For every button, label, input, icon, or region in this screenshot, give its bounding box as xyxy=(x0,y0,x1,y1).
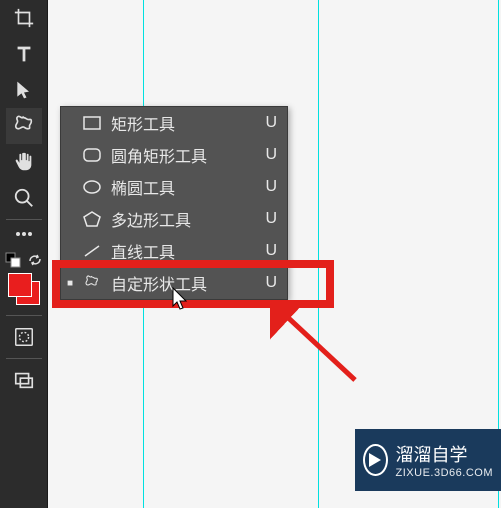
flyout-label: 多边形工具 xyxy=(111,207,257,231)
swap-colors[interactable] xyxy=(24,249,46,271)
default-colors[interactable] xyxy=(2,249,24,271)
foreground-color[interactable] xyxy=(8,273,32,297)
watermark-subtitle: ZIXUE.3D66.COM xyxy=(396,467,493,479)
color-reset-row xyxy=(0,249,48,271)
rounded-rectangle-icon xyxy=(81,148,103,162)
watermark: 溜溜自学 ZIXUE.3D66.COM xyxy=(355,429,501,491)
divider xyxy=(6,315,42,316)
flyout-label: 圆角矩形工具 xyxy=(111,143,257,167)
flyout-shortcut: U xyxy=(257,114,277,132)
flyout-shortcut: U xyxy=(257,274,277,292)
edit-toolbar[interactable] xyxy=(6,223,42,245)
line-icon xyxy=(81,244,103,258)
zoom-tool[interactable] xyxy=(6,180,42,216)
flyout-shortcut: U xyxy=(257,178,277,196)
tools-panel xyxy=(0,0,48,508)
flyout-shortcut: U xyxy=(257,210,277,228)
divider xyxy=(6,219,42,220)
active-marker-icon: ■ xyxy=(67,278,75,289)
flyout-line-tool[interactable]: 直线工具 U xyxy=(61,235,287,267)
flyout-label: 矩形工具 xyxy=(111,111,257,135)
ellipse-icon xyxy=(81,180,103,194)
divider xyxy=(6,358,42,359)
type-tool[interactable] xyxy=(6,36,42,72)
path-selection-tool[interactable] xyxy=(6,72,42,108)
play-icon xyxy=(363,444,388,476)
flyout-shortcut: U xyxy=(257,242,277,260)
custom-shape-tool[interactable] xyxy=(6,108,42,144)
quick-mask[interactable] xyxy=(6,319,42,355)
shape-tool-flyout: 矩形工具 U 圆角矩形工具 U 椭圆工具 U 多边形工具 U 直线工具 U ■ … xyxy=(60,106,288,300)
custom-shape-icon xyxy=(81,275,103,291)
guide-line[interactable] xyxy=(318,0,319,508)
flyout-rectangle-tool[interactable]: 矩形工具 U xyxy=(61,107,287,139)
flyout-label: 椭圆工具 xyxy=(111,175,257,199)
color-swatches[interactable] xyxy=(8,273,40,305)
watermark-title: 溜溜自学 xyxy=(396,441,493,467)
flyout-custom-shape-tool[interactable]: ■ 自定形状工具 U xyxy=(61,267,287,299)
screen-mode[interactable] xyxy=(6,362,42,398)
flyout-label: 直线工具 xyxy=(111,239,257,263)
polygon-icon xyxy=(81,211,103,227)
flyout-polygon-tool[interactable]: 多边形工具 U xyxy=(61,203,287,235)
crop-tool[interactable] xyxy=(6,0,42,36)
rectangle-icon xyxy=(81,116,103,130)
flyout-label: 自定形状工具 xyxy=(111,271,257,295)
hand-tool[interactable] xyxy=(6,144,42,180)
flyout-rounded-rectangle-tool[interactable]: 圆角矩形工具 U xyxy=(61,139,287,171)
flyout-shortcut: U xyxy=(257,146,277,164)
flyout-ellipse-tool[interactable]: 椭圆工具 U xyxy=(61,171,287,203)
